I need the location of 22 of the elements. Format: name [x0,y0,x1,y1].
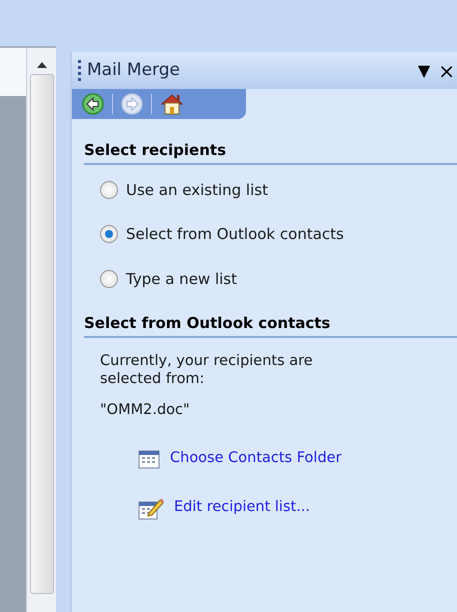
info-text: "OMM2.doc" [100,401,191,420]
grip-handle[interactable] [78,60,81,82]
radio-option[interactable]: Type a new list [100,268,457,290]
scroll-thumb[interactable] [30,74,54,594]
edit-list-icon[interactable] [138,496,164,520]
radio-option[interactable]: Select from Outlook contacts [100,223,457,246]
section-heading: Select recipients [84,139,457,164]
close-button[interactable]: × [438,60,455,80]
radio-button[interactable] [100,270,118,288]
back-icon[interactable] [82,93,104,115]
radio-button[interactable] [100,225,118,244]
pane-menu-button[interactable]: ▼ [418,58,430,82]
home-icon[interactable] [160,93,184,115]
radio-option[interactable]: Use an existing list [100,178,457,201]
task-link[interactable]: Edit recipient list... [174,496,310,519]
radio-button[interactable] [100,180,118,199]
task-link[interactable]: Choose Contacts Folder [170,448,342,470]
pane-title: Mail Merge [87,58,180,82]
calendar-icon[interactable] [138,448,160,469]
section-heading: Select from Outlook contacts [84,312,457,338]
info-text: Currently, your recipients are selected from: [100,352,314,390]
scroll-up-icon[interactable] [36,62,46,68]
